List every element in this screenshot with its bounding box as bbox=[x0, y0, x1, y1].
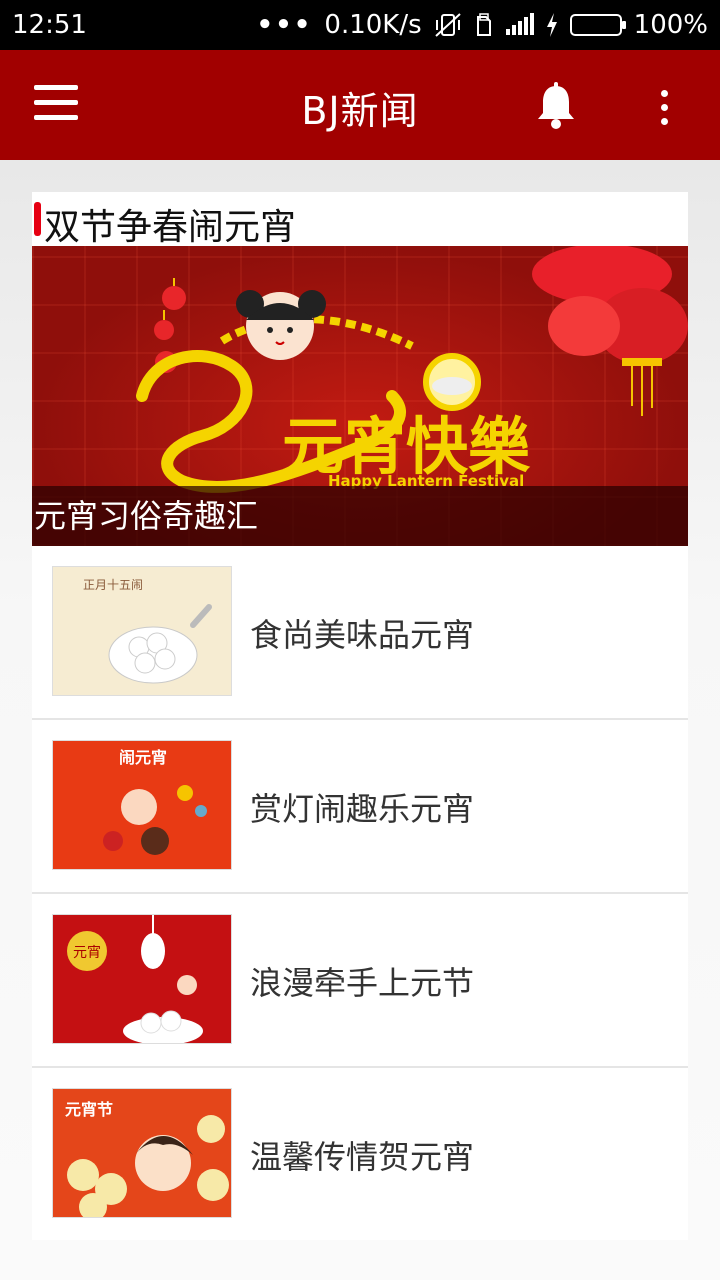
battery-icon bbox=[569, 14, 626, 36]
news-thumbnail: 正月十五闹 bbox=[52, 566, 232, 696]
news-item[interactable]: 元宵节 温馨传情贺元宵 bbox=[32, 1068, 688, 1240]
news-card: 双节争春闹元宵 元宵快樂 Happy Lantern Festival 元宵习俗… bbox=[32, 192, 688, 1240]
news-title: 赏灯闹趣乐元宵 bbox=[250, 790, 475, 828]
battery-percent: 100% bbox=[633, 10, 708, 40]
lantern-icon bbox=[532, 246, 688, 416]
news-title: 浪漫牵手上元节 bbox=[250, 964, 475, 1002]
svg-text:元宵: 元宵 bbox=[73, 944, 101, 961]
news-item[interactable]: 正月十五闹 食尚美味品元宵 bbox=[32, 546, 688, 720]
news-title: 温馨传情贺元宵 bbox=[250, 1138, 475, 1176]
sim-icon bbox=[476, 13, 491, 36]
section-title: 双节争春闹元宵 bbox=[44, 207, 297, 248]
section-accent-bar bbox=[34, 202, 41, 236]
section-header: 双节争春闹元宵 bbox=[32, 192, 688, 248]
signal-icon bbox=[505, 13, 534, 35]
charging-icon bbox=[546, 13, 557, 37]
status-time: 12:51 bbox=[12, 10, 87, 40]
notification-dots-icon: ••• bbox=[256, 10, 313, 40]
svg-text:正月十五闹: 正月十五闹 bbox=[83, 578, 143, 592]
content-area: 双节争春闹元宵 元宵快樂 Happy Lantern Festival 元宵习俗… bbox=[0, 160, 720, 1280]
bell-icon[interactable] bbox=[534, 82, 578, 130]
vibrate-off-icon bbox=[434, 13, 461, 37]
news-item[interactable]: 元宵 浪漫牵手上元节 bbox=[32, 894, 688, 1068]
svg-text:元宵节: 元宵节 bbox=[65, 1100, 113, 1119]
app-title: BJ新闻 bbox=[301, 89, 419, 133]
network-speed: 0.10K/s bbox=[324, 10, 422, 40]
news-thumbnail: 元宵 bbox=[52, 914, 232, 1044]
more-vertical-icon[interactable] bbox=[652, 88, 676, 128]
svg-text:闹元宵: 闹元宵 bbox=[119, 748, 167, 767]
app-bar: BJ新闻 bbox=[0, 50, 720, 160]
news-thumbnail: 元宵节 bbox=[52, 1088, 232, 1218]
banner-image[interactable]: 元宵快樂 Happy Lantern Festival 元宵习俗奇趣汇 bbox=[32, 246, 688, 546]
banner-caption: 元宵习俗奇趣汇 bbox=[32, 486, 688, 546]
status-bar: 12:51 ••• 0.10K/s 100% bbox=[0, 0, 720, 50]
status-icons: ••• 0.10K/s 100% bbox=[257, 10, 720, 40]
news-item[interactable]: 闹元宵 赏灯闹趣乐元宵 bbox=[32, 720, 688, 894]
news-thumbnail: 闹元宵 bbox=[52, 740, 232, 870]
news-title: 食尚美味品元宵 bbox=[250, 616, 475, 654]
